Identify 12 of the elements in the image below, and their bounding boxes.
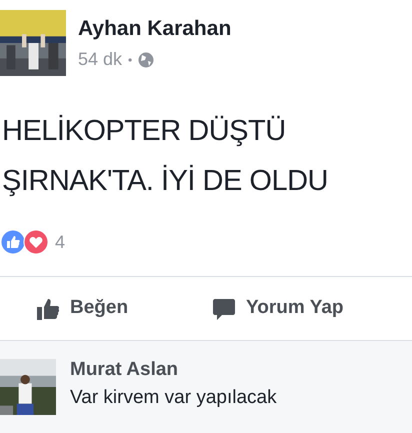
like-button[interactable]: Beğen: [0, 277, 210, 340]
commenter-name[interactable]: Murat Aslan: [70, 357, 277, 383]
separator-dot: •: [128, 52, 132, 68]
thumbs-up-icon: [36, 296, 60, 320]
love-reaction-icon: [23, 229, 49, 255]
comment-text: Var kirvem var yapılacak: [70, 386, 277, 410]
globe-icon: [138, 52, 154, 68]
comment-button[interactable]: Yorum Yap: [210, 277, 344, 340]
post-time: 54 dk: [78, 48, 122, 71]
post-text: HELİKOPTER DÜŞTÜ ŞIRNAK'TA. İYİ DE OLDU: [1, 114, 329, 199]
author-name[interactable]: Ayhan Karahan: [78, 16, 232, 42]
speech-bubble-icon: [212, 296, 236, 320]
